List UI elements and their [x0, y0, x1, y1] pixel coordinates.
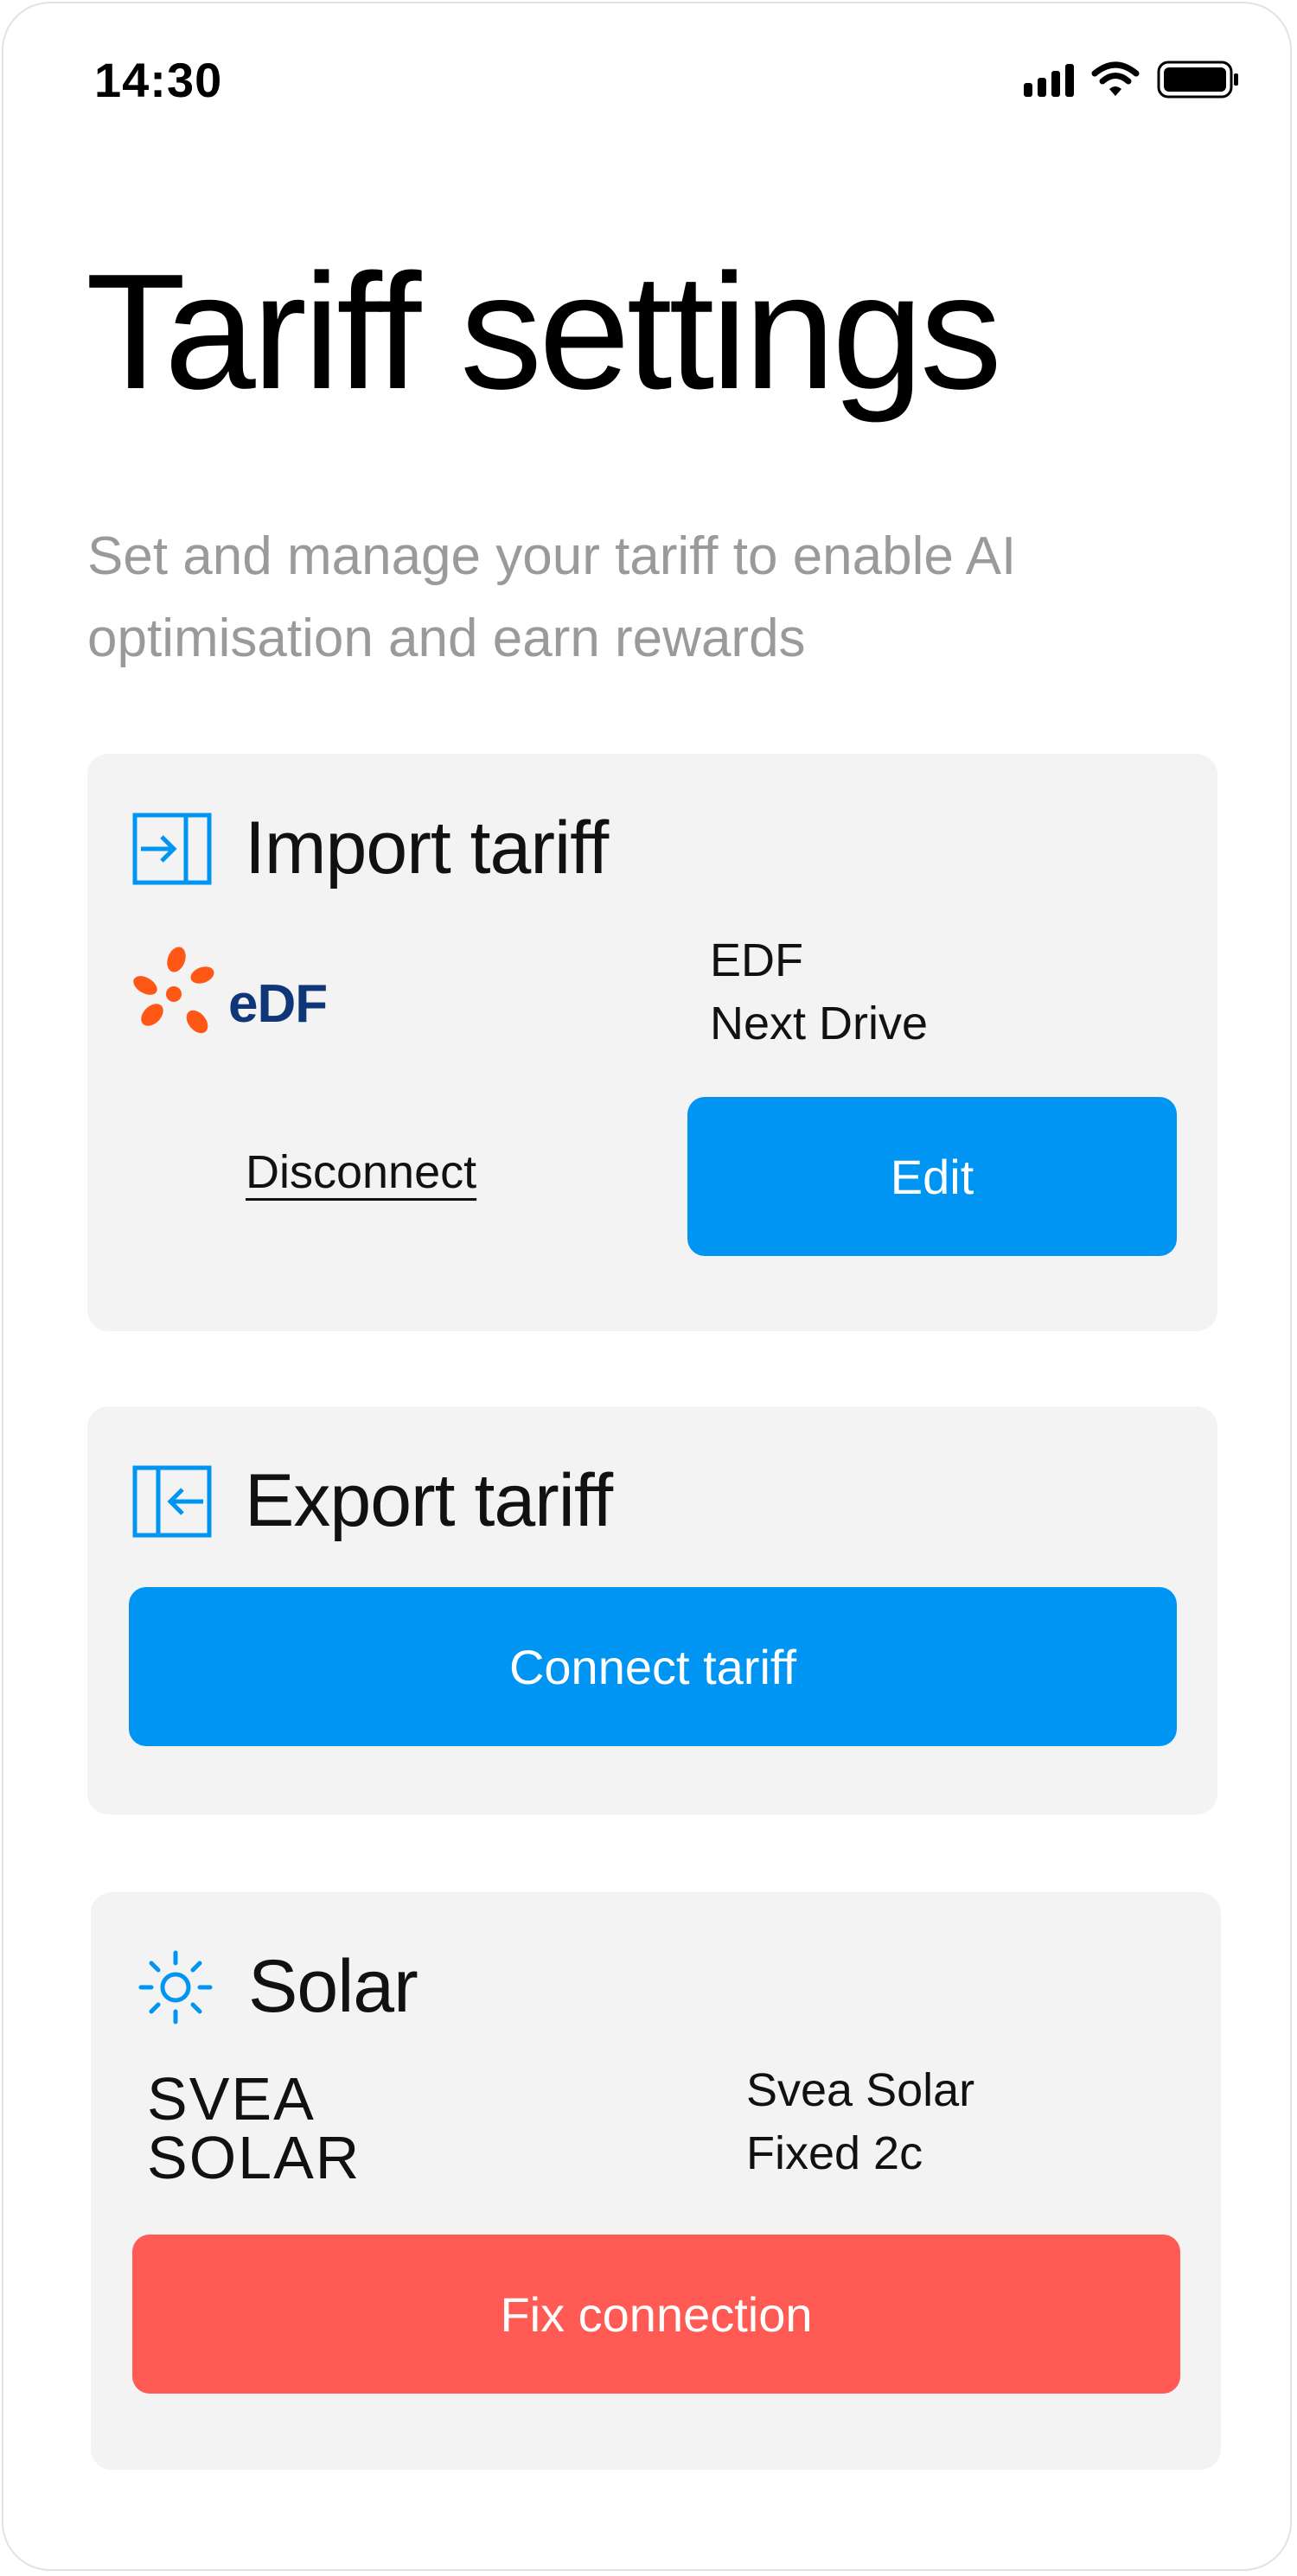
export-tariff-card: Export tariff Connect tariff [87, 1406, 1217, 1814]
status-bar: 14:30 [3, 3, 1290, 159]
phone-frame: 14:30 Tariff settings Set and manage you… [2, 2, 1292, 2571]
solar-provider-name: Svea Solar [746, 2064, 975, 2116]
import-card-title: Import tariff [245, 807, 609, 889]
svea-solar-logo: SVEA SOLAR [147, 2065, 361, 2191]
export-card-header: Export tariff [132, 1458, 613, 1544]
solar-plan-name: Fixed 2c [746, 2127, 923, 2179]
svea-logo-line2: SOLAR [147, 2124, 361, 2191]
import-provider-info: EDF Next Drive [710, 929, 928, 1055]
signal-icon [1024, 62, 1074, 97]
import-tariff-card: Import tariff eDF EDF Next Drive Disconn… [87, 754, 1217, 1331]
solar-card-title: Solar [248, 1945, 418, 2028]
import-provider-name: EDF [710, 934, 803, 986]
svea-logo-line1: SVEA [147, 2065, 316, 2133]
wifi-icon [1091, 61, 1140, 98]
export-icon [132, 1465, 212, 1538]
import-plan-name: Next Drive [710, 998, 929, 1049]
solar-provider-info: Svea Solar Fixed 2c [746, 2059, 974, 2185]
import-card-header: Import tariff [132, 806, 609, 891]
import-icon [132, 813, 212, 885]
battery-icon [1157, 61, 1240, 99]
sun-icon [136, 1950, 215, 2024]
status-icons [1024, 61, 1240, 99]
svg-text:eDF: eDF [228, 974, 327, 1034]
edit-button[interactable]: Edit [687, 1097, 1177, 1256]
status-time: 14:30 [94, 53, 223, 107]
solar-card: Solar SVEA SOLAR Svea Solar Fixed 2c Fix… [91, 1892, 1221, 2470]
page-subtitle: Set and manage your tariff to enable AI … [87, 526, 1017, 668]
page-title: Tariff settings [86, 240, 1002, 424]
export-card-title: Export tariff [245, 1459, 613, 1542]
solar-card-header: Solar [136, 1944, 418, 2030]
fix-connection-button[interactable]: Fix connection [132, 2235, 1180, 2394]
connect-tariff-button[interactable]: Connect tariff [129, 1587, 1177, 1746]
disconnect-link[interactable]: Disconnect [246, 1145, 476, 1199]
edf-logo: eDF [126, 946, 342, 1043]
